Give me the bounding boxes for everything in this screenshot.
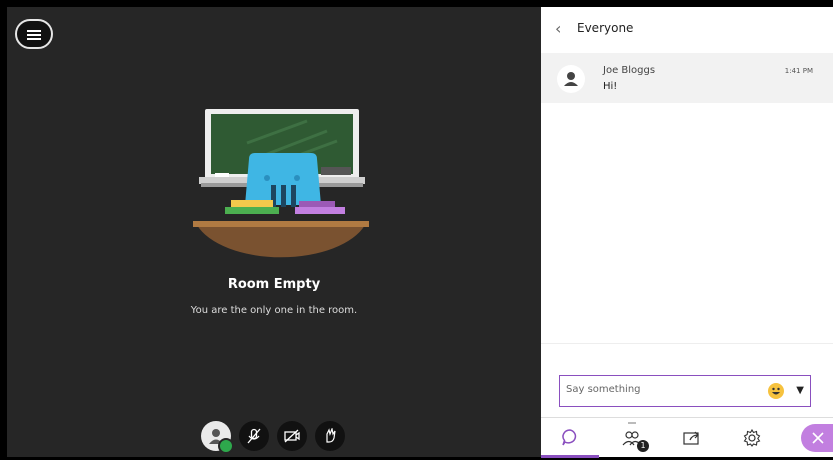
- status-connected-badge: [218, 438, 234, 454]
- chevron-left-icon[interactable]: ‹: [555, 19, 561, 38]
- tab-chat[interactable]: [541, 418, 599, 458]
- media-controls: [201, 421, 345, 454]
- empty-room-illustration: [193, 109, 369, 258]
- gear-icon: [743, 428, 761, 447]
- session-menu-button[interactable]: [15, 19, 53, 49]
- share-content-icon: [683, 431, 699, 445]
- user-avatar-icon: [564, 72, 578, 86]
- chat-message: Joe Bloggs Hi! 1:41 PM: [541, 53, 833, 103]
- chat-title: Everyone: [577, 21, 634, 35]
- tab-settings[interactable]: [723, 418, 781, 458]
- camera-toggle-button[interactable]: [277, 421, 307, 451]
- session-stage: Room Empty You are the only one in the r…: [7, 7, 541, 457]
- attendee-count-badge: 1: [637, 440, 649, 452]
- my-status-button[interactable]: [201, 421, 234, 454]
- app-window: Room Empty You are the only one in the r…: [3, 3, 833, 458]
- caret-down-icon[interactable]: ▼: [796, 385, 804, 396]
- minus-indicator: [628, 422, 636, 424]
- tab-share-content[interactable]: [663, 418, 721, 458]
- close-panel-button[interactable]: [801, 424, 833, 452]
- chat-header: ‹ Everyone: [541, 7, 833, 54]
- message-text: Hi!: [603, 81, 618, 92]
- room-empty-subtitle: You are the only one in the room.: [190, 305, 358, 316]
- message-time: 1:41 PM: [784, 67, 813, 75]
- smile-emoji-icon[interactable]: [768, 383, 784, 399]
- chat-message-input[interactable]: [566, 384, 746, 395]
- divider: [541, 343, 833, 344]
- microphone-toggle-button[interactable]: [239, 421, 269, 451]
- avatar: [557, 65, 585, 93]
- room-empty-title: Room Empty: [227, 277, 321, 292]
- tab-attendees[interactable]: 1: [603, 418, 661, 458]
- microphone-muted-icon: [247, 428, 261, 444]
- raise-hand-button[interactable]: [315, 421, 345, 451]
- chat-input-box: ▼: [559, 375, 811, 407]
- message-sender: Joe Bloggs: [603, 65, 656, 76]
- chat-bubble-icon: [562, 428, 577, 445]
- panel-tabs: 1: [541, 417, 833, 458]
- hand-raise-icon: [326, 428, 336, 443]
- camera-off-icon: [284, 429, 300, 443]
- chat-panel: ‹ Everyone Joe Bloggs Hi! 1:41 PM Say so…: [541, 7, 833, 458]
- close-icon: [812, 432, 824, 444]
